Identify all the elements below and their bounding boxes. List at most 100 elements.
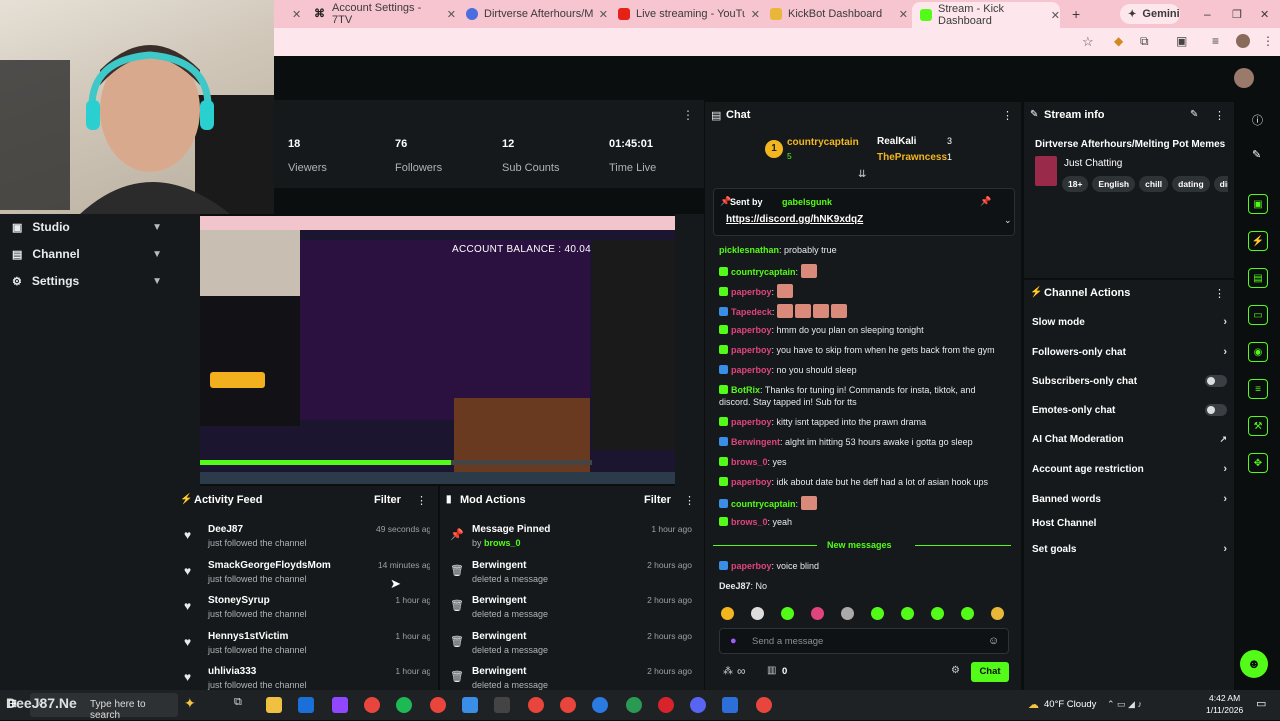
more-options-icon[interactable]: ⋮ bbox=[1002, 109, 1013, 122]
app-icon[interactable] bbox=[592, 697, 608, 713]
chat-username[interactable]: Tapedeck bbox=[731, 307, 772, 317]
app-icon[interactable] bbox=[658, 697, 674, 713]
emote-shortcut-icon[interactable] bbox=[841, 607, 854, 620]
chat-username[interactable]: paperboy bbox=[731, 365, 772, 375]
extensions-puzzle-icon[interactable]: ⧉ bbox=[1140, 34, 1149, 49]
app-icon[interactable] bbox=[756, 697, 772, 713]
close-icon[interactable]: ✕ bbox=[447, 8, 456, 21]
close-icon[interactable]: ✕ bbox=[751, 8, 760, 21]
spotify-icon[interactable] bbox=[396, 697, 412, 713]
chrome-profile-icon[interactable] bbox=[626, 697, 642, 713]
gear-icon[interactable]: ⚙ bbox=[951, 665, 960, 676]
weather-widget-icon[interactable]: ✦ bbox=[184, 695, 196, 712]
chat-username[interactable]: brows_0 bbox=[731, 517, 768, 527]
tab-7tv[interactable]: ⌘ Account Settings - 7TV ✕ bbox=[306, 2, 456, 26]
emote-shortcut-icon[interactable] bbox=[931, 607, 944, 620]
channel-action-slow-mode[interactable]: Slow mode › bbox=[1032, 316, 1227, 328]
task-view-icon[interactable]: ⧉ bbox=[234, 696, 242, 709]
chrome-profile-icon[interactable] bbox=[560, 697, 576, 713]
discord-icon[interactable] bbox=[690, 697, 706, 713]
channel-action-host-channel[interactable]: Host Channel bbox=[1032, 518, 1227, 529]
microphone-icon[interactable]: ● bbox=[730, 635, 737, 647]
support-chat-button[interactable]: ☻ bbox=[1240, 650, 1268, 678]
info-icon[interactable]: ⓘ bbox=[1252, 112, 1263, 128]
extension-icon[interactable]: ◆ bbox=[1114, 34, 1123, 48]
app-icon[interactable] bbox=[722, 697, 738, 713]
emote-shortcut-icon[interactable] bbox=[961, 607, 974, 620]
collapse-icon[interactable]: ⇊ bbox=[858, 169, 866, 180]
mod-action-row[interactable]: 🗑 Berwingent deleted a message 2 hours ago bbox=[444, 595, 692, 631]
media-control-icon[interactable]: ≡ bbox=[1212, 34, 1219, 48]
new-tab-button[interactable]: + bbox=[1064, 4, 1084, 24]
emote-shortcut-icon[interactable] bbox=[781, 607, 794, 620]
filter-button[interactable]: Filter bbox=[374, 494, 401, 506]
chevron-down-icon[interactable]: ⌄ bbox=[1004, 215, 1012, 226]
chat-username[interactable]: countrycaptain bbox=[731, 267, 796, 277]
activity-feed-row[interactable]: ♥ Hennys1stVictim just followed the channe… bbox=[176, 631, 430, 667]
emote-shortcut-icon[interactable] bbox=[901, 607, 914, 620]
cast-icon[interactable]: ▣ bbox=[1176, 34, 1187, 48]
channel-action-account-age-restriction[interactable]: Account age restriction › bbox=[1032, 463, 1227, 475]
broadcast-icon[interactable]: ◉ bbox=[1248, 342, 1268, 362]
chat-username[interactable]: paperboy bbox=[731, 345, 772, 355]
profile-avatar[interactable] bbox=[1236, 34, 1250, 48]
send-chat-button[interactable]: Chat bbox=[971, 662, 1009, 682]
chat-username[interactable]: paperboy bbox=[731, 477, 772, 487]
nav-settings[interactable]: ⚙ Settings ▼ bbox=[12, 274, 162, 288]
nav-studio[interactable]: ▣ Studio ▼ bbox=[12, 220, 162, 234]
chat-username[interactable]: paperboy bbox=[731, 325, 772, 335]
app-icon[interactable] bbox=[462, 697, 478, 713]
activity-feed-row[interactable]: ♥ DeeJ87 just followed the channel 49 secon… bbox=[176, 524, 430, 560]
file-explorer-icon[interactable] bbox=[266, 697, 282, 713]
close-icon[interactable]: ✕ bbox=[599, 8, 608, 21]
channel-action-followers-only-chat[interactable]: Followers-only chat › bbox=[1032, 346, 1227, 358]
layout-icon[interactable]: ▣ bbox=[1248, 194, 1268, 214]
emote-shortcut-icon[interactable] bbox=[751, 607, 764, 620]
window-close-button[interactable]: ✕ bbox=[1252, 4, 1269, 24]
stream-tag[interactable]: chill bbox=[1139, 176, 1169, 192]
chat-username[interactable]: BotRix bbox=[731, 385, 760, 395]
chat-username[interactable]: Berwingent bbox=[731, 437, 780, 447]
tab-kickbot[interactable]: KickBot Dashboard ✕ bbox=[762, 4, 908, 24]
chrome-profile-icon[interactable] bbox=[430, 697, 446, 713]
tab-kick-dashboard[interactable]: Stream - Kick Dashboard ✕ bbox=[912, 2, 1060, 28]
chrome-icon[interactable] bbox=[364, 697, 380, 713]
chat-input[interactable]: ● Send a message ☺ bbox=[719, 628, 1009, 654]
lightning-icon[interactable]: ⚡ bbox=[1248, 231, 1268, 251]
edit-icon[interactable]: ✎ bbox=[1190, 109, 1198, 120]
unpin-icon[interactable]: 📌 bbox=[980, 196, 991, 207]
chat-username[interactable]: picklesnathan bbox=[719, 245, 779, 255]
channel-action-set-goals[interactable]: Set goals › bbox=[1032, 543, 1227, 555]
more-options-icon[interactable]: ⋮ bbox=[1214, 287, 1225, 300]
list-icon[interactable]: ≡ bbox=[1248, 379, 1268, 399]
gemini-button[interactable]: ✦ Gemini bbox=[1120, 4, 1180, 24]
pinned-link[interactable]: https://discord.gg/hNK9xdqZ bbox=[726, 214, 863, 225]
more-options-icon[interactable]: ⋮ bbox=[684, 494, 695, 507]
mod-action-row[interactable]: 🗑 Berwingent deleted a message 2 hours ago bbox=[444, 560, 692, 596]
stream-tag[interactable]: English bbox=[1092, 176, 1136, 192]
wrench-icon[interactable]: ⚒ bbox=[1248, 416, 1268, 436]
chat-username[interactable]: paperboy bbox=[731, 561, 772, 571]
notification-icon[interactable]: ▭ bbox=[1256, 697, 1266, 710]
emote-shortcut-icon[interactable] bbox=[991, 607, 1004, 620]
chat-username[interactable]: brows_0 bbox=[731, 457, 768, 467]
emote-shortcut-icon[interactable] bbox=[721, 607, 734, 620]
mod-action-row[interactable]: 🗑 Berwingent deleted a message 2 hours ago bbox=[444, 666, 692, 690]
channel-action-subscribers-only-chat[interactable]: Subscribers-only chat bbox=[1032, 375, 1227, 387]
nav-channel[interactable]: ▤ Channel ▼ bbox=[12, 247, 162, 261]
edge-icon[interactable] bbox=[298, 697, 314, 713]
tab-youtube[interactable]: Live streaming - YouTube St ✕ bbox=[610, 4, 760, 24]
mod-action-row[interactable]: 🗑 Berwingent deleted a message 2 hours ago bbox=[444, 631, 692, 667]
chat-username[interactable]: paperboy bbox=[731, 287, 772, 297]
more-options-icon[interactable]: ⋮ bbox=[1214, 109, 1225, 122]
activity-feed-row[interactable]: ♥ StoneySyrup just followed the channel 1 h… bbox=[176, 595, 430, 631]
mod-action-row[interactable]: 📌 Message Pinned by brows_0 1 hour ago bbox=[444, 524, 692, 560]
more-options-icon[interactable]: ⋮ bbox=[682, 108, 694, 122]
close-icon[interactable]: ✕ bbox=[1051, 9, 1060, 22]
chat-username[interactable]: DeeJ87 bbox=[719, 581, 751, 591]
activity-feed-row[interactable]: ♥ uhlivia333 just followed the channel 1 ho… bbox=[176, 666, 430, 690]
chat-username[interactable]: countrycaptain bbox=[731, 499, 796, 509]
tab-close-first[interactable]: ✕ bbox=[284, 4, 301, 24]
channel-action-ai-chat-moderation[interactable]: AI Chat Moderation ↗ bbox=[1032, 434, 1227, 445]
stream-tag[interactable]: 18+ bbox=[1062, 176, 1089, 192]
